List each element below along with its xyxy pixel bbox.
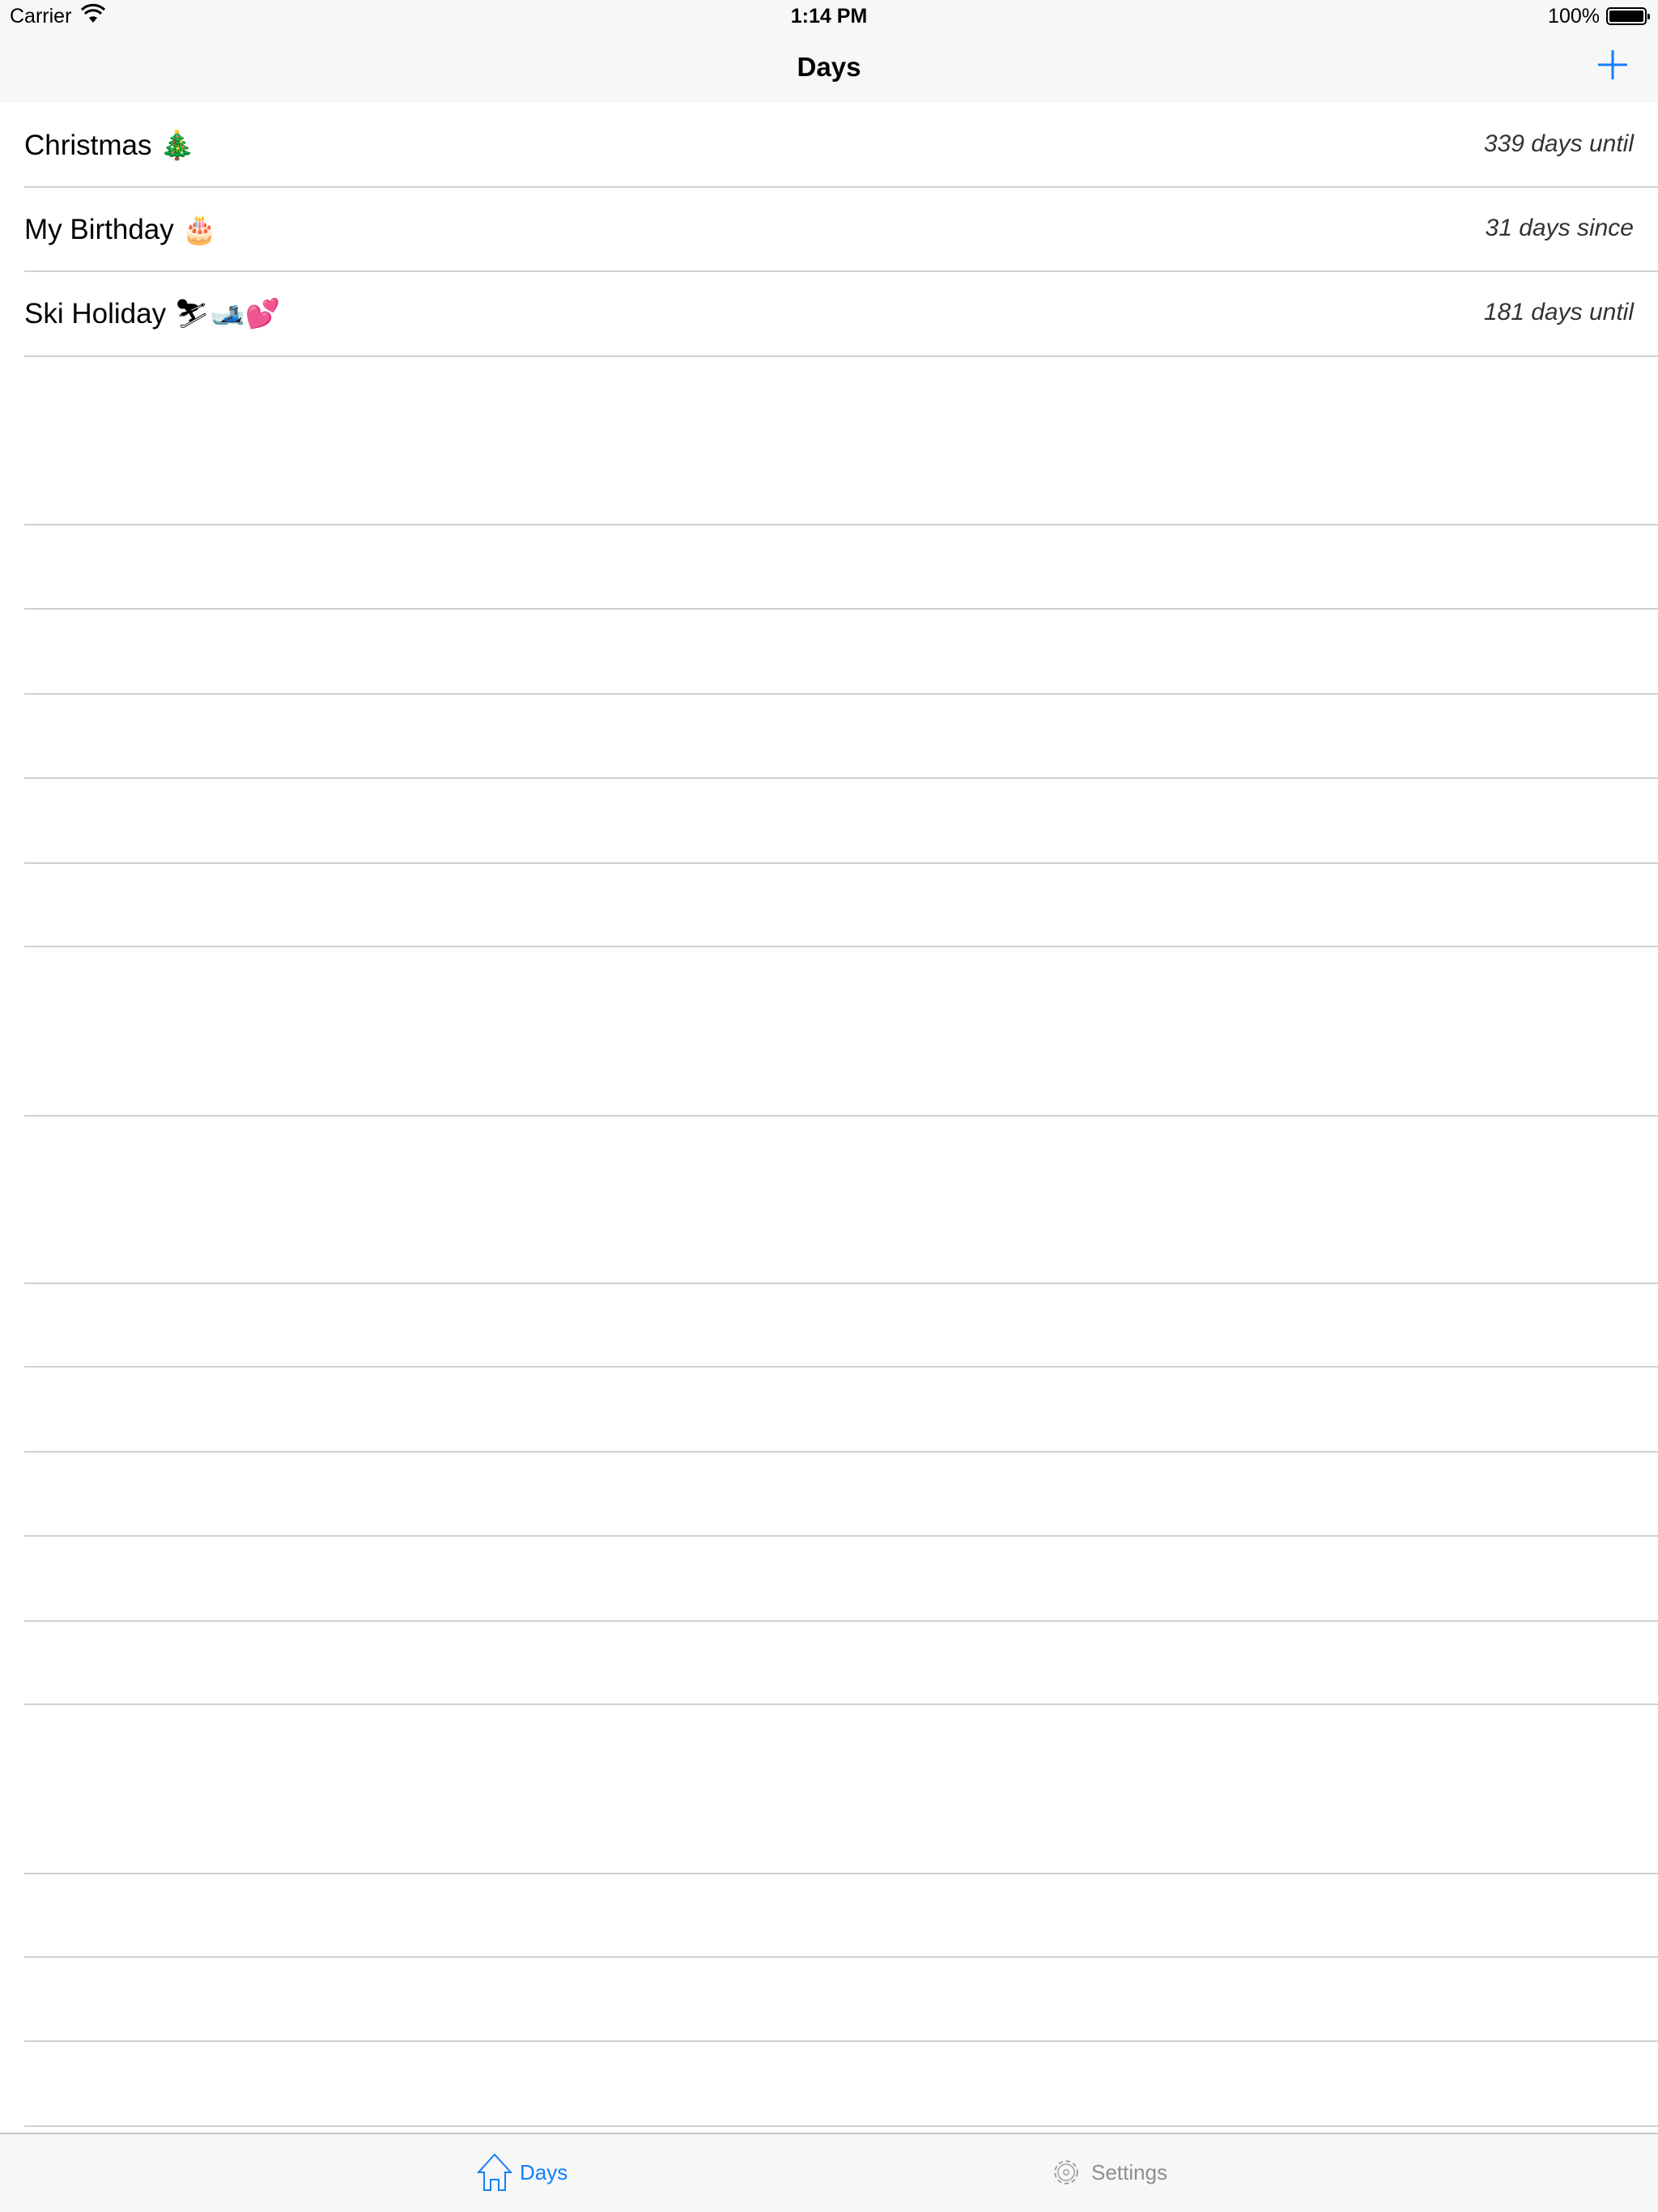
row-separator [24, 862, 1658, 864]
event-count: 339 days until [1483, 130, 1634, 157]
row-separator [24, 1115, 1658, 1117]
list-item[interactable]: Ski Holiday ⛷🎿💕 181 days until [0, 271, 1658, 355]
event-name: Christmas 🎄 [24, 130, 195, 161]
navigation-bar: Days [0, 36, 1658, 103]
row-separator [24, 2040, 1658, 2042]
row-separator [24, 1283, 1658, 1284]
row-separator [24, 608, 1658, 610]
row-separator [24, 186, 1658, 188]
row-separator [24, 1956, 1658, 1958]
row-separator [24, 355, 1658, 357]
tab-bar: Days Settings [0, 2133, 1658, 2212]
row-separator [24, 693, 1658, 695]
gear-icon [1054, 2160, 1078, 2184]
battery-icon [1606, 7, 1650, 25]
event-name: Ski Holiday ⛷🎿💕 [24, 298, 281, 330]
row-separator [24, 1535, 1658, 1537]
page-title: Days [797, 52, 861, 82]
battery-percent: 100% [1548, 5, 1600, 28]
row-separator [24, 1873, 1658, 1874]
list-item[interactable]: My Birthday 🎂 31 days since [0, 187, 1658, 271]
row-separator [24, 1366, 1658, 1368]
tab-label: Settings [1091, 2159, 1167, 2184]
event-count: 31 days since [1485, 215, 1634, 241]
row-separator [24, 1451, 1658, 1453]
event-name: My Birthday 🎂 [24, 214, 218, 245]
house-icon [476, 2153, 513, 2191]
row-separator [24, 1704, 1658, 1705]
tab-days[interactable]: Days [476, 2152, 568, 2193]
row-separator [24, 270, 1658, 272]
tab-label: Days [520, 2159, 568, 2184]
event-count: 181 days until [1483, 299, 1634, 325]
row-separator [24, 524, 1658, 525]
tab-settings[interactable]: Settings [1048, 2152, 1167, 2193]
row-separator [24, 1620, 1658, 1622]
status-bar: Carrier 1:14 PM 100% [0, 0, 1658, 36]
row-separator [24, 777, 1658, 779]
row-separator [24, 946, 1658, 947]
plus-icon[interactable] [1596, 49, 1629, 81]
list-item[interactable]: Christmas 🎄 339 days until [0, 103, 1658, 187]
clock: 1:14 PM [790, 5, 868, 28]
row-separator [24, 2125, 1658, 2127]
